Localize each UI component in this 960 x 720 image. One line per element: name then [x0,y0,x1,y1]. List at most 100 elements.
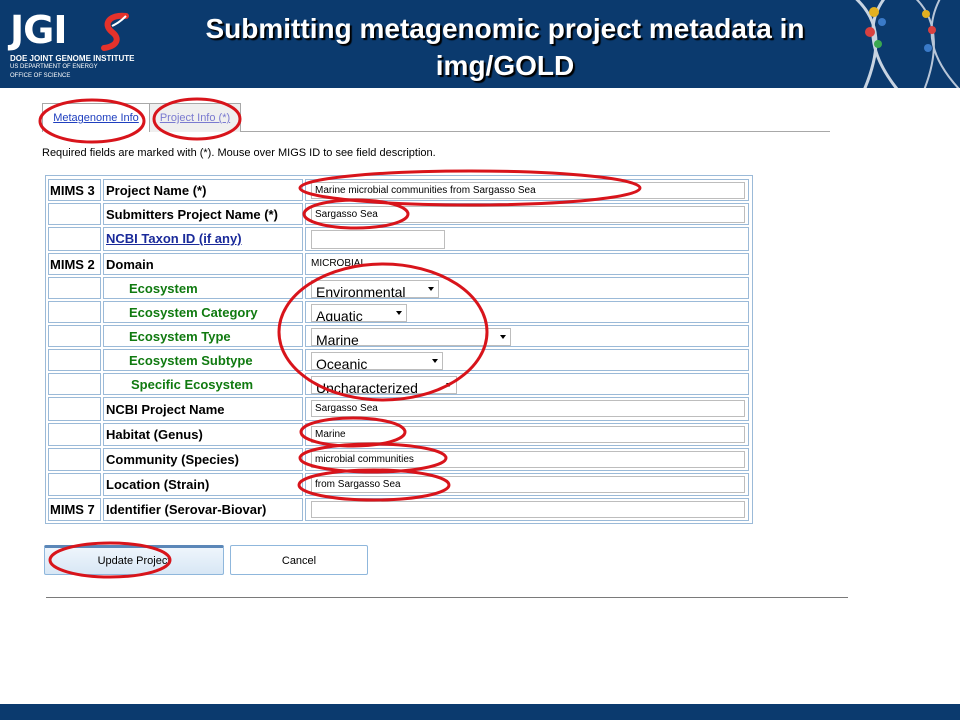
label-cell: Ecosystem Subtype [103,349,303,371]
community-input[interactable]: microbial communities [311,451,745,468]
value-cell: Sargasso Sea [305,397,749,421]
mims-cell: MIMS 7 [48,498,101,521]
specific-ecosystem-selected: Uncharacterized [316,380,418,394]
mims-id: MIMS 3 [50,183,95,198]
label-cell: Location (Strain) [103,473,303,496]
slide-footer [0,704,960,720]
label-cell: Specific Ecosystem [103,373,303,395]
dropdown-arrow-icon [396,311,402,315]
field-label-ecosystem-category: Ecosystem Category [129,305,258,320]
logo-text: DOE JOINT GENOME INSTITUTE US DEPARTMENT… [10,54,134,81]
value-cell: microbial communities [305,448,749,471]
metadata-form: MIMS 3 Project Name (*) Marine microbial… [45,175,753,524]
field-label-identifier: Identifier (Serovar-Biovar) [106,502,267,517]
mims-cell [48,301,101,323]
label-cell: Ecosystem [103,277,303,299]
mims-cell [48,373,101,395]
ecosystem-select[interactable]: Environmental [311,280,439,298]
label-cell: Habitat (Genus) [103,423,303,446]
jgi-logo-icon [101,12,129,51]
tab-metagenome-info[interactable]: Metagenome Info [42,103,150,132]
mims-cell [48,227,101,251]
specific-ecosystem-select[interactable]: Uncharacterized [311,376,457,394]
mims-cell [48,397,101,421]
ecosystem-selected: Environmental [316,284,406,298]
field-label-community: Community (Species) [106,452,239,467]
project-name-input[interactable]: Marine microbial communities from Sargas… [311,182,745,199]
value-cell: Sargasso Sea [305,203,749,225]
dropdown-arrow-icon [446,383,452,387]
mims-cell [48,277,101,299]
field-label-ecosystem-subtype: Ecosystem Subtype [129,353,253,368]
label-cell: NCBI Taxon ID (if any) [103,227,303,251]
value-cell [305,498,749,521]
value-cell: Oceanic [305,349,749,371]
logo-line-1: DOE JOINT GENOME INSTITUTE [10,54,135,63]
field-label-ncbi-project-name: NCBI Project Name [106,402,225,417]
slide-title: Submitting metagenomic project metadata … [205,13,805,81]
value-cell [305,227,749,251]
label-cell: Community (Species) [103,448,303,471]
ncbi-project-name-input[interactable]: Sargasso Sea [311,400,745,417]
ecosystem-category-selected: Aquatic [316,308,363,322]
value-cell: Aquatic [305,301,749,323]
field-label-location: Location (Strain) [106,477,210,492]
field-label-project-name: Project Name (*) [106,183,207,198]
ecosystem-subtype-select[interactable]: Oceanic [311,352,443,370]
mims-cell [48,203,101,225]
ncbi-taxon-id-input[interactable] [311,230,445,249]
update-project-button[interactable]: Update Project [44,545,224,575]
dropdown-arrow-icon [500,335,506,339]
dna-helix-icon [855,0,960,88]
dropdown-arrow-icon [432,359,438,363]
mims-id: MIMS 7 [50,502,95,517]
required-fields-note: Required fields are marked with (*). Mou… [42,147,436,159]
label-cell: Ecosystem Type [103,325,303,347]
mims-cell [48,448,101,471]
value-cell: Environmental [305,277,749,299]
mims-cell [48,349,101,371]
mims-cell: MIMS 3 [48,179,101,201]
value-cell: from Sargasso Sea [305,473,749,496]
field-label-submitters-project-name: Submitters Project Name (*) [106,207,278,222]
field-label-domain: Domain [106,257,154,272]
cancel-button[interactable]: Cancel [230,545,368,575]
label-cell: NCBI Project Name [103,397,303,421]
field-label-habitat: Habitat (Genus) [106,427,203,442]
value-cell: Marine [305,423,749,446]
field-label-specific-ecosystem: Specific Ecosystem [131,377,254,392]
jgi-logo: JGI DOE JOINT GENOME INSTITUTE US DEPART… [8,8,153,82]
label-cell: Identifier (Serovar-Biovar) [103,498,303,521]
ecosystem-category-select[interactable]: Aquatic [311,304,407,322]
divider-line [46,597,848,598]
value-cell: Uncharacterized [305,373,749,395]
value-cell: Marine microbial communities from Sargas… [305,179,749,201]
dropdown-arrow-icon [428,287,434,291]
ecosystem-type-select[interactable]: Marine [311,328,511,346]
mims-cell [48,423,101,446]
mims-cell [48,325,101,347]
mims-cell [48,473,101,496]
slide-header: JGI DOE JOINT GENOME INSTITUTE US DEPART… [0,0,960,88]
domain-value: MICROBIAL [311,258,367,269]
logo-wordmark: JGI [10,8,67,52]
habitat-input[interactable]: Marine [311,426,745,443]
mims-id: MIMS 2 [50,257,95,272]
label-cell: Project Name (*) [103,179,303,201]
tab-project-info[interactable]: Project Info (*) [149,103,241,132]
label-cell: Ecosystem Category [103,301,303,323]
mims-cell: MIMS 2 [48,253,101,275]
tab-divider [240,131,830,132]
location-input[interactable]: from Sargasso Sea [311,476,745,493]
logo-line-3: OFFICE OF SCIENCE [10,73,71,79]
label-cell: Domain [103,253,303,275]
logo-line-2: US DEPARTMENT OF ENERGY [10,64,98,70]
field-label-ncbi-taxon-id[interactable]: NCBI Taxon ID (if any) [104,228,302,249]
value-cell: MICROBIAL [305,253,749,275]
submitters-project-name-input[interactable]: Sargasso Sea [311,206,745,223]
value-cell: Marine [305,325,749,347]
identifier-input[interactable] [311,501,745,518]
ecosystem-type-selected: Marine [316,332,359,346]
label-cell: Submitters Project Name (*) [103,203,303,225]
ecosystem-subtype-selected: Oceanic [316,356,368,370]
